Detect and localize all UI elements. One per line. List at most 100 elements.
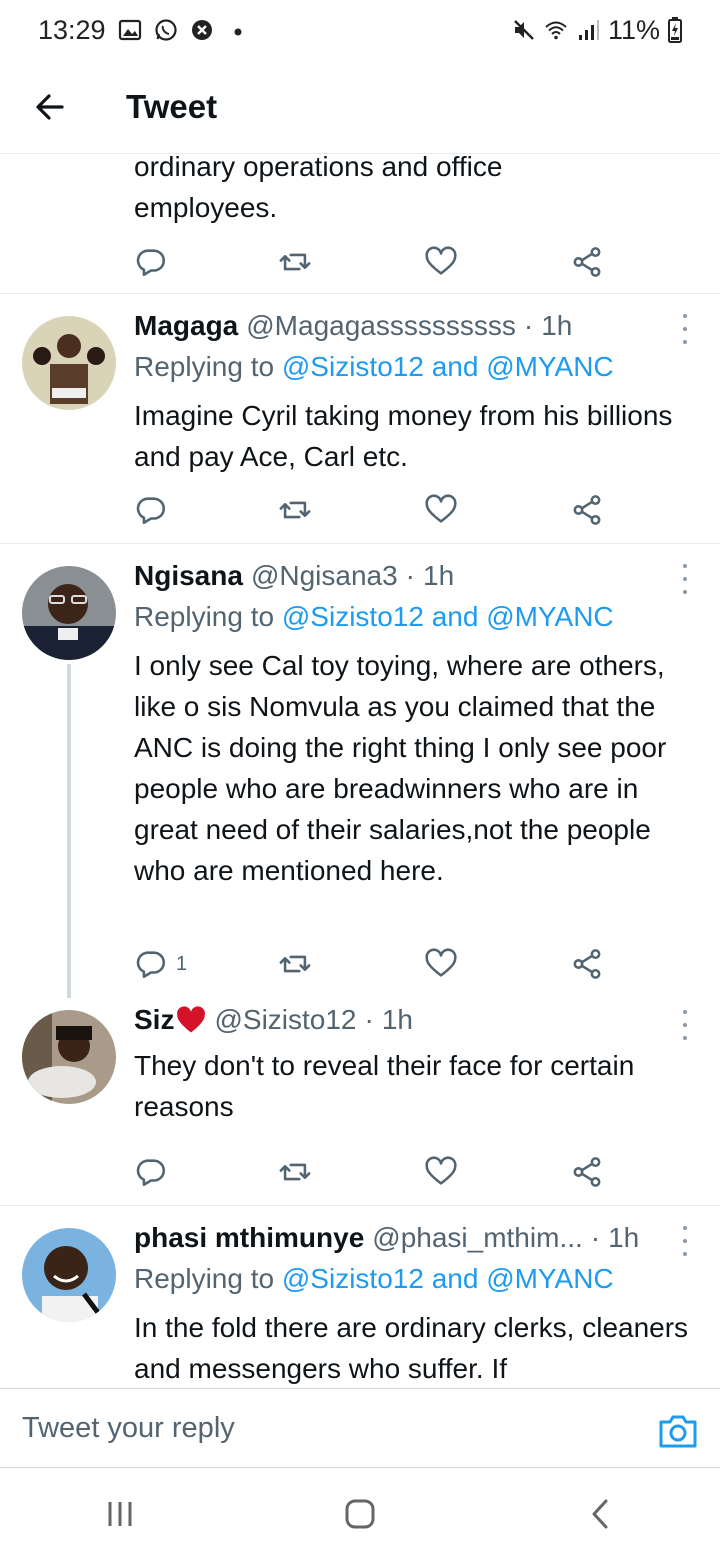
- whatsapp-icon: [154, 19, 177, 41]
- timestamp: 1h: [608, 1222, 640, 1253]
- retweet-button[interactable]: [278, 242, 312, 282]
- battery-percent: 11%: [607, 14, 660, 45]
- tweet-header: Siz @Sizisto12 · 1h: [134, 1000, 672, 1040]
- tweet-partial[interactable]: ordinary operations and office employees…: [0, 154, 720, 294]
- conversation-feed[interactable]: ordinary operations and office employees…: [0, 154, 720, 1388]
- timestamp: 1h: [423, 560, 455, 591]
- retweet-icon: [279, 955, 311, 973]
- avatar[interactable]: [22, 566, 116, 660]
- timestamp: 1h: [541, 310, 573, 341]
- tweet-ngisana[interactable]: Ngisana @Ngisana3 · 1h Replying to @Sizi…: [0, 544, 720, 998]
- username[interactable]: @Ngisana3: [251, 560, 398, 592]
- reply-count: 1: [176, 952, 188, 975]
- reply-input[interactable]: [22, 1411, 622, 1445]
- retweet-icon: [279, 253, 311, 271]
- replying-mentions[interactable]: @Sizisto12 and @MYANC: [282, 351, 614, 382]
- reply-button[interactable]: 1: [134, 944, 187, 984]
- replying-mentions[interactable]: @Sizisto12 and @MYANC: [282, 1263, 614, 1294]
- reply-icon: [136, 497, 166, 525]
- like-button[interactable]: [424, 1152, 458, 1192]
- share-button[interactable]: [570, 944, 604, 984]
- separator-dot: ·: [405, 560, 415, 591]
- reply-button[interactable]: [134, 242, 168, 282]
- shield-icon: [191, 20, 212, 40]
- share-icon: [573, 247, 601, 277]
- share-icon: [573, 1157, 601, 1187]
- tweet-header: Magaga @Magagassssssssss · 1h: [134, 306, 672, 346]
- heart-icon: [425, 246, 457, 275]
- back-button[interactable]: [20, 77, 80, 137]
- tweet-text: Imagine Cyril taking money from his bill…: [134, 400, 673, 472]
- tweet-text: In the fold there are ordinary clerks, c…: [134, 1312, 689, 1384]
- avatar-smiling-man-image: [22, 1228, 116, 1322]
- home-icon: [345, 1499, 375, 1529]
- retweet-icon: [279, 1163, 311, 1181]
- heart-icon: [425, 1156, 457, 1185]
- retweet-button[interactable]: [278, 944, 312, 984]
- like-button[interactable]: [424, 490, 458, 530]
- display-name[interactable]: Magaga: [134, 310, 238, 342]
- share-button[interactable]: [570, 242, 604, 282]
- reply-icon: [136, 1159, 166, 1187]
- arrow-left-icon: [36, 93, 64, 120]
- share-button[interactable]: [570, 1152, 604, 1192]
- system-navigation-bar: [0, 1468, 720, 1560]
- retweet-button[interactable]: [278, 1152, 312, 1192]
- tweet-actions: 1: [134, 944, 614, 984]
- like-button[interactable]: [424, 944, 458, 984]
- tweet-text: They don't to reveal their face for cert…: [134, 1050, 635, 1122]
- separator-dot: ·: [364, 1004, 374, 1035]
- reply-button[interactable]: [134, 490, 168, 530]
- tweet-phasi[interactable]: phasi mthimunye @phasi_mthim... · 1h Rep…: [0, 1206, 720, 1388]
- tweet-actions: [134, 1152, 614, 1192]
- gallery-icon: [118, 19, 141, 41]
- tweet-actions: [134, 490, 614, 530]
- retweet-button[interactable]: [278, 490, 312, 530]
- share-icon: [573, 495, 601, 525]
- replying-to: Replying to @Sizisto12 and @MYANC: [134, 601, 700, 633]
- signal-icon: [578, 20, 599, 40]
- more-options-button[interactable]: [680, 1010, 690, 1040]
- replying-prefix: Replying to: [134, 1263, 275, 1294]
- username[interactable]: @Sizisto12: [214, 1004, 356, 1036]
- heart-icon: [425, 494, 457, 523]
- replying-mentions[interactable]: @Sizisto12 and @MYANC: [282, 601, 614, 632]
- camera-icon: [659, 1415, 697, 1448]
- avatar[interactable]: [22, 1228, 116, 1322]
- timestamp: 1h: [381, 1004, 413, 1035]
- notification-dot-icon: [234, 28, 242, 36]
- like-button[interactable]: [424, 242, 458, 282]
- tweet-text: ordinary operations and office employees…: [134, 154, 694, 228]
- avatar[interactable]: [22, 1010, 116, 1104]
- more-options-button[interactable]: [680, 314, 690, 344]
- display-name[interactable]: phasi mthimunye: [134, 1222, 364, 1254]
- more-options-button[interactable]: [680, 564, 690, 594]
- avatar[interactable]: [22, 316, 116, 410]
- retweet-icon: [279, 501, 311, 519]
- camera-button[interactable]: [658, 1413, 698, 1449]
- recent-apps-button[interactable]: [80, 1484, 160, 1544]
- tweet-text-line: employees.: [134, 192, 278, 223]
- top-app-bar: Tweet: [0, 60, 720, 154]
- thread-connector-line: [67, 664, 71, 998]
- tweet-siz[interactable]: Siz @Sizisto12 · 1h They don't to reveal…: [0, 998, 720, 1206]
- display-name[interactable]: Siz: [134, 1004, 174, 1036]
- home-button[interactable]: [320, 1484, 400, 1544]
- heart-icon: [425, 948, 457, 977]
- system-back-button[interactable]: [560, 1484, 640, 1544]
- tweet-magaga[interactable]: Magaga @Magagassssssssss · 1h Replying t…: [0, 294, 720, 544]
- reply-icon: [136, 249, 166, 277]
- separator-dot: ·: [523, 310, 534, 341]
- reply-composer: [0, 1388, 720, 1468]
- username[interactable]: @Magagassssssssss: [246, 310, 516, 342]
- recent-apps-icon: [108, 1502, 132, 1526]
- more-options-button[interactable]: [680, 1226, 690, 1256]
- share-icon: [573, 949, 601, 979]
- mute-icon: [514, 20, 534, 40]
- reply-button[interactable]: [134, 1152, 168, 1192]
- tweet-actions: [134, 242, 614, 282]
- share-button[interactable]: [570, 490, 604, 530]
- display-name[interactable]: Ngisana: [134, 560, 243, 592]
- tweet-text-line: ordinary operations and office: [134, 154, 503, 182]
- username[interactable]: @phasi_mthim...: [372, 1222, 583, 1254]
